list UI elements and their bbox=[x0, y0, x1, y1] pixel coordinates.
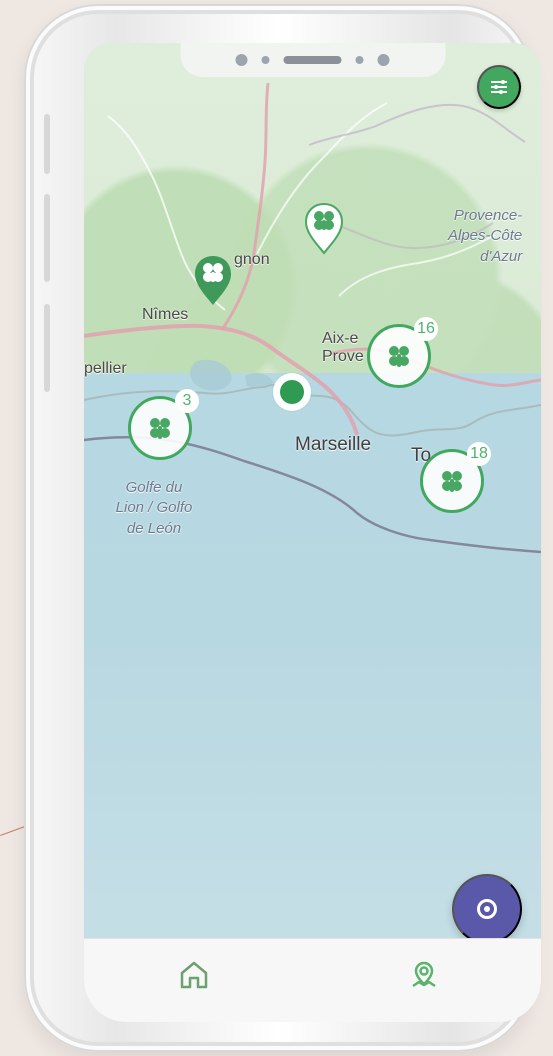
filter-button[interactable] bbox=[477, 65, 521, 109]
bottom-navigation bbox=[84, 938, 541, 1022]
filter-knob-top bbox=[501, 80, 505, 84]
cluster-marker-18[interactable]: 18 bbox=[420, 442, 491, 513]
locate-button[interactable] bbox=[452, 874, 522, 944]
cluster-count-badge: 18 bbox=[467, 442, 491, 466]
presentation-stage: Provence- Alpes-Côte d'Azur gnon Nîmes A… bbox=[0, 0, 553, 1056]
lagoon bbox=[190, 359, 232, 391]
map-label-provence: Provence- Alpes-Côte d'Azur bbox=[448, 207, 523, 265]
map-label-marseille: Marseille bbox=[295, 434, 372, 455]
filter-icon bbox=[491, 80, 507, 94]
current-location-icon bbox=[280, 380, 304, 404]
sensor-dot-left-small bbox=[261, 56, 270, 64]
filter-knob-bottom bbox=[499, 90, 503, 94]
map-label-pellier: pellier bbox=[84, 360, 127, 377]
cluster-marker-16[interactable]: 16 bbox=[367, 317, 438, 388]
camera-notch bbox=[180, 43, 445, 77]
map-label-golfe: Golfe du Lion / Golfo de León bbox=[115, 479, 193, 537]
volume-button-bottom bbox=[44, 304, 50, 392]
clover-pin-icon bbox=[304, 202, 344, 255]
map-pin-dark[interactable] bbox=[193, 255, 233, 307]
home-icon bbox=[180, 961, 208, 988]
map-label-gignon: gnon bbox=[234, 251, 270, 268]
clover-cluster-icon bbox=[150, 418, 170, 439]
clover-cluster-icon bbox=[389, 346, 409, 367]
phone-frame: Provence- Alpes-Côte d'Azur gnon Nîmes A… bbox=[24, 4, 541, 1052]
sensor-dot-right-small bbox=[355, 56, 364, 64]
map-pin-light[interactable] bbox=[304, 202, 344, 255]
filter-knob-middle bbox=[494, 85, 498, 89]
speaker-grill bbox=[283, 56, 342, 64]
home-nav-button[interactable] bbox=[172, 953, 216, 997]
sensor-dot-left bbox=[235, 54, 248, 66]
map-label-aix: Aix-e Prove bbox=[322, 330, 364, 365]
map-label-nimes: Nîmes bbox=[142, 306, 189, 323]
cluster-count-badge: 3 bbox=[175, 389, 199, 413]
clover-cluster-icon bbox=[442, 471, 462, 492]
map-nav-button[interactable] bbox=[402, 953, 446, 997]
sensor-dot-right bbox=[377, 54, 390, 66]
cluster-marker-3[interactable]: 3 bbox=[128, 389, 199, 460]
clover-pin-icon bbox=[195, 256, 231, 305]
volume-button-top bbox=[44, 114, 50, 174]
locate-icon bbox=[474, 896, 500, 922]
current-location-marker[interactable] bbox=[273, 373, 311, 411]
map-icon bbox=[412, 961, 436, 987]
phone-screen: Provence- Alpes-Côte d'Azur gnon Nîmes A… bbox=[84, 43, 541, 1022]
volume-button-middle bbox=[44, 194, 50, 282]
cluster-count-badge: 16 bbox=[414, 317, 438, 341]
